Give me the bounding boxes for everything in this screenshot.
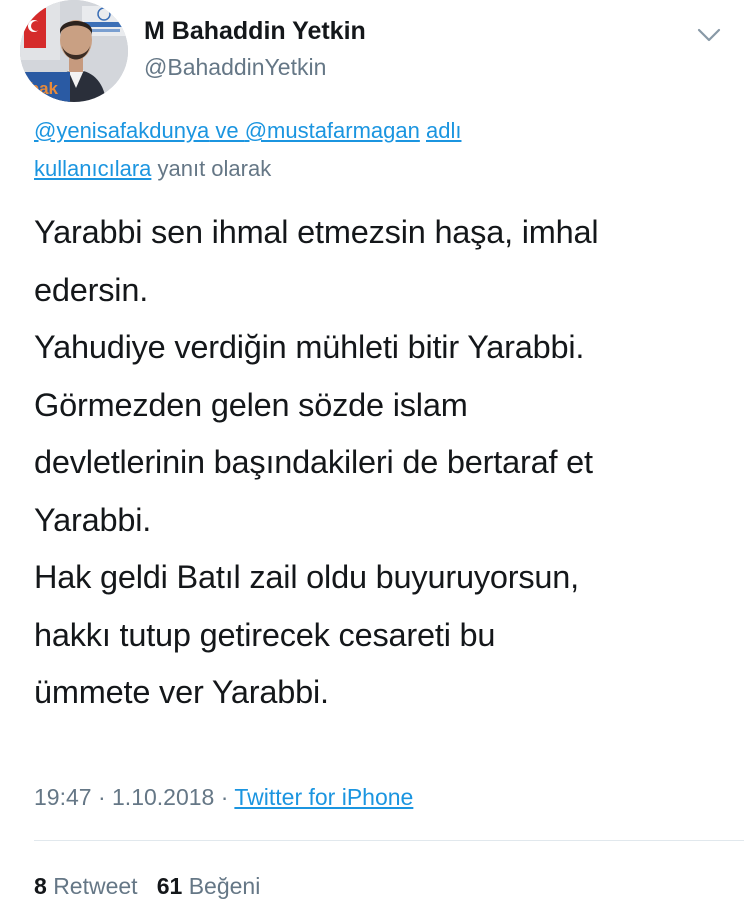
tweet-date[interactable]: 1.10.2018 [112,784,214,810]
divider [34,840,744,841]
reply-users-link-part2[interactable]: kullanıcılara [34,156,151,181]
likes-count: 61 [156,873,183,899]
tweet-line: Görmezden gelen sözde islam [34,386,468,423]
tweet-text: Yarabbi sen ihmal etmezsin haşa, imhal e… [34,204,724,722]
reply-suffix: yanıt olarak [151,156,272,181]
likes-label: Beğeni [188,873,261,899]
author-names: M Bahaddin Yetkin @BahaddinYetkin [144,14,366,84]
tweet-line: Yarabbi. [34,501,152,538]
meta-separator: · [91,784,113,810]
avatar-image: ibak [20,0,128,102]
mention-yenisafakdunya[interactable]: @yenisafakdunya [34,118,209,143]
avatar-sign-text: ibak [24,79,59,98]
retweets-stat[interactable]: 8 Retweet [34,873,138,899]
more-options-button[interactable] [694,24,724,46]
tweet-source-link[interactable]: Twitter for iPhone [234,784,413,810]
tweet-header: ibak M Bahaddin Yetkin @BahaddinYetkin [0,0,744,110]
tweet-line: hakkı tutup getirecek cesareti bu [34,616,496,653]
tweet-stats: 8 Retweet 61 Beğeni [34,869,260,903]
reply-conjunction[interactable]: ve [209,118,244,143]
author-handle[interactable]: @BahaddinYetkin [144,50,366,84]
tweet-line: Yarabbi sen ihmal etmezsin haşa, imhal [34,214,599,250]
meta-separator: · [214,784,235,810]
reply-users-link-part1[interactable]: adlı [426,118,461,143]
tweet-line: devletlerinin başındakileri de bertaraf … [34,444,593,480]
mention-mustafarmagan[interactable]: @mustafarmagan [245,118,420,143]
tweet-line: Yahudiye verdiğin mühleti bitir Yarabbi. [34,329,585,365]
tweet-line: Hak geldi Batıl zail oldu buyuruyorsun, [34,559,580,595]
tweet-meta: 19:47 · 1.10.2018 · Twitter for iPhone [34,780,413,814]
tweet-time[interactable]: 19:47 [34,784,92,810]
likes-stat[interactable]: 61 Beğeni [157,873,261,899]
avatar[interactable]: ibak [20,0,128,102]
chevron-down-icon [697,28,721,42]
tweet-line: edersin. [34,271,149,308]
retweets-label: Retweet [53,873,138,899]
retweets-count: 8 [34,873,47,899]
author-display-name[interactable]: M Bahaddin Yetkin [144,14,366,48]
reply-context: @yenisafakdunya ve @mustafarmagan adlı k… [34,112,724,188]
tweet-line: ümmete ver Yarabbi. [34,674,329,710]
